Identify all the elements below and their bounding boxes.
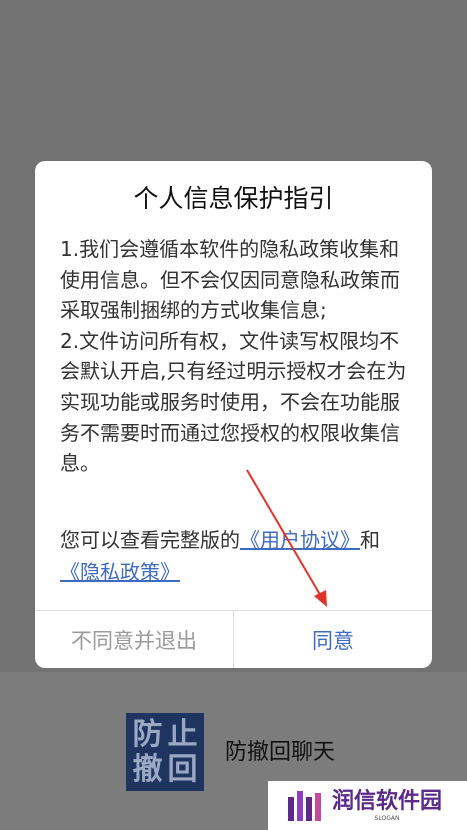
agreement-links: 您可以查看完整版的《用户协议》和《隐私政策》 [60, 524, 410, 588]
app-name: 防撤回聊天 [225, 740, 336, 765]
watermark-text: 润信软件园 [332, 788, 443, 814]
watermark-text-block: 润信软件园 SLOGAN [332, 789, 442, 823]
privacy-policy-link[interactable]: 《隐私政策》 [60, 560, 180, 584]
logo-char: 回 [167, 751, 198, 787]
logo-char: 撤 [132, 751, 163, 787]
logo-char: 防 [132, 716, 163, 752]
links-and: 和 [360, 528, 380, 552]
watermark-logo-icon [286, 789, 324, 823]
agree-button[interactable]: 同意 [234, 611, 432, 668]
dialog-body: 1.我们会遵循本软件的隐私政策收集和使用信息。但不会仅因同意隐私政策而采取强制捆… [60, 234, 410, 479]
decline-button[interactable]: 不同意并退出 [35, 611, 234, 668]
dialog-title: 个人信息保护指引 [133, 184, 334, 213]
links-prefix: 您可以查看完整版的 [60, 528, 240, 552]
user-agreement-link[interactable]: 《用户协议》 [240, 528, 360, 552]
privacy-dialog: 个人信息保护指引 1.我们会遵循本软件的隐私政策收集和使用信息。但不会仅因同意隐… [35, 161, 432, 668]
watermark-slogan: SLOGAN [374, 814, 400, 822]
dialog-button-row: 不同意并退出 同意 [35, 610, 432, 668]
logo-char: 止 [167, 716, 198, 752]
dialog-paragraph-2: 2.文件访问所有权，文件读写权限均不会默认开启,只有经过明示授权才会在为实现功能… [60, 328, 407, 476]
app-logo: 防 止 撤 回 [126, 713, 204, 791]
watermark: 润信软件园 SLOGAN [268, 781, 467, 830]
dialog-paragraph-1: 1.我们会遵循本软件的隐私政策收集和使用信息。但不会仅因同意隐私政策而采取强制捆… [60, 237, 400, 323]
